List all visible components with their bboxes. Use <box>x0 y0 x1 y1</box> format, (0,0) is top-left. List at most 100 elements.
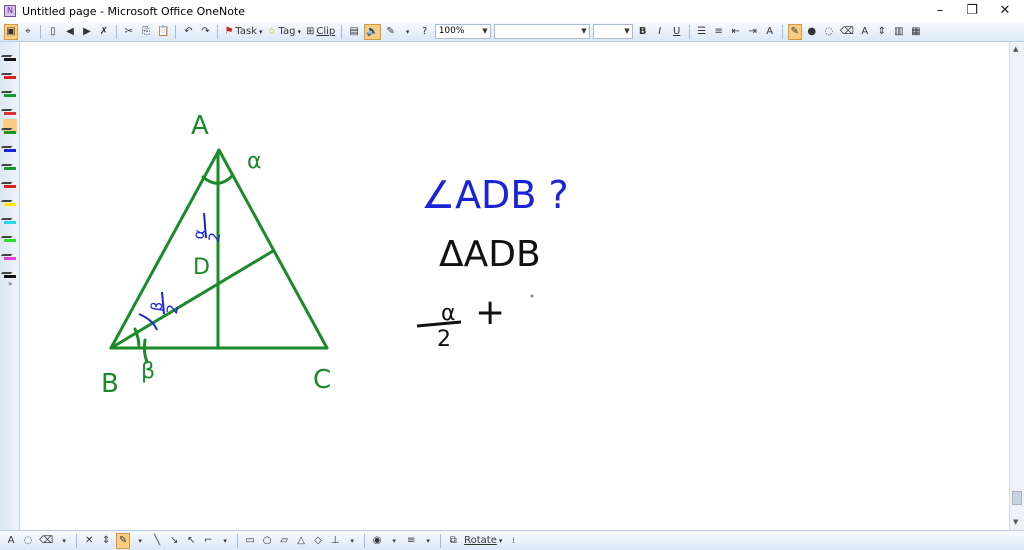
diamond-icon[interactable]: ◇ <box>311 533 325 549</box>
forward-icon[interactable]: ▶ <box>80 24 94 40</box>
ink-drawing: A B C D α β β 2 α 2 ∠ADB ? ΔADB α 2 + <box>101 111 569 399</box>
chevron-down-icon[interactable]: ▾ <box>345 533 359 549</box>
ellipse-icon[interactable]: ○ <box>260 533 274 549</box>
more-pens-icon[interactable]: » <box>8 280 12 288</box>
ink-to-text-icon[interactable]: A <box>4 533 18 549</box>
arrow-icon[interactable]: ↘ <box>167 533 181 549</box>
scroll-thumb[interactable] <box>1012 491 1022 505</box>
bullets-icon[interactable]: ☰ <box>695 24 709 40</box>
close-button[interactable]: ✕ <box>990 2 1020 20</box>
chevron-down-icon: ▼ <box>581 27 587 35</box>
onenote-app-icon[interactable]: N <box>4 5 16 17</box>
fill-color-icon[interactable]: ◉ <box>370 533 384 549</box>
pen-tool-icon[interactable]: ✎ <box>787 23 802 40</box>
pen-green-2-icon[interactable] <box>0 155 20 170</box>
eraser-icon[interactable]: ⌫ <box>38 533 54 549</box>
scroll-down-icon[interactable]: ▼ <box>1013 518 1018 526</box>
rectangle-icon[interactable]: ▭ <box>243 533 257 549</box>
scroll-up-icon[interactable]: ▲ <box>1013 45 1018 53</box>
toolbar-separator <box>76 533 78 548</box>
lasso-icon[interactable]: ◌ <box>21 533 35 549</box>
minimize-button[interactable]: – <box>925 2 955 20</box>
chevron-down-icon[interactable]: ▾ <box>421 533 435 549</box>
insert-space-icon[interactable]: ⇕ <box>875 24 889 40</box>
pen-selected-icon[interactable] <box>0 119 20 134</box>
flag-icon: ⚑ <box>224 26 234 37</box>
copy-icon[interactable]: ⎘ <box>139 24 153 40</box>
chevron-down-icon[interactable]: ▾ <box>218 533 232 549</box>
panel-icon[interactable]: ▦ <box>909 24 923 40</box>
double-arrow-icon[interactable]: ↖ <box>184 533 198 549</box>
connector-icon[interactable]: ⊥ <box>328 533 342 549</box>
pen-blue-icon[interactable] <box>0 137 20 152</box>
toolbar-separator <box>364 533 366 548</box>
note-canvas[interactable]: A B C D α β β 2 α 2 ∠ADB ? ΔADB α 2 + <box>21 42 1009 530</box>
pen-red-icon[interactable] <box>0 64 20 79</box>
draw-icon[interactable]: ✎ <box>384 24 398 40</box>
highlighter-yellow-icon[interactable] <box>0 191 20 206</box>
font-color-icon[interactable]: A <box>763 24 777 40</box>
undo-icon[interactable]: ↶ <box>181 24 195 40</box>
chevron-down-icon[interactable]: ▾ <box>387 533 401 549</box>
arrange-icon[interactable]: ⧉ <box>446 533 460 549</box>
line-icon[interactable]: ╲ <box>150 533 164 549</box>
highlighter-magenta-icon[interactable] <box>0 245 20 260</box>
highlighter-green-icon[interactable] <box>0 227 20 242</box>
clip-button[interactable]: ⊞ Clip <box>305 24 336 40</box>
bold-icon[interactable]: B <box>636 24 650 40</box>
side-ab <box>109 148 221 350</box>
outdent-icon[interactable]: ⇤ <box>729 24 743 40</box>
parallelogram-icon[interactable]: ▱ <box>277 533 291 549</box>
paste-icon[interactable]: 📋 <box>156 24 170 40</box>
more-options-icon[interactable]: ⁞ <box>506 533 520 549</box>
cut-icon[interactable]: ✂ <box>122 24 136 40</box>
eraser-icon[interactable]: ⌫ <box>839 24 855 40</box>
clip-icon: ⊞ <box>305 26 315 37</box>
underline-icon[interactable]: U <box>670 24 684 40</box>
font-size-select[interactable]: ▼ <box>592 24 633 39</box>
pen-green-icon[interactable] <box>0 82 20 97</box>
cross-icon[interactable]: ✕ <box>82 533 96 549</box>
chevron-down-icon: ▾ <box>498 536 503 545</box>
audio-icon[interactable]: 🔈 <box>364 23 381 40</box>
pen-red-2-icon[interactable] <box>0 173 20 188</box>
tag-button[interactable]: ☆ Tag ▾ <box>267 24 302 40</box>
numbering-icon[interactable]: ≡ <box>712 24 726 40</box>
help-icon[interactable]: ? <box>418 24 432 40</box>
insert-space-icon[interactable]: ⇕ <box>99 533 113 549</box>
back-icon[interactable]: ◀ <box>63 24 77 40</box>
chevron-down-icon[interactable]: ▾ <box>57 533 71 549</box>
layout-icon[interactable]: ▤ <box>347 24 361 40</box>
toolbar-separator <box>175 24 177 39</box>
drawing-toolbar: A ◌ ⌫ ▾ ✕ ⇕ ✎ ▾ ╲ ↘ ↖ ⌐ ▾ ▭ ○ ▱ △ ◇ ⊥ ▾ … <box>0 530 1024 550</box>
toolbar-separator <box>440 533 442 548</box>
window-title: Untitled page - Microsoft Office OneNote <box>22 4 246 18</box>
line-weight-icon[interactable]: ≡ <box>404 533 418 549</box>
italic-icon[interactable]: I <box>653 24 667 40</box>
task-button[interactable]: ⚑ Task ▾ <box>223 24 263 40</box>
lasso-icon[interactable]: ◌ <box>822 24 836 40</box>
indent-icon[interactable]: ⇥ <box>746 24 760 40</box>
rotate-button[interactable]: Rotate ▾ <box>463 533 503 549</box>
page-view-icon[interactable]: ▣ <box>4 23 18 40</box>
axis-icon[interactable]: ⌐ <box>201 533 215 549</box>
restore-button[interactable]: ❐ <box>957 2 987 20</box>
delete-icon[interactable]: ✗ <box>97 24 111 40</box>
highlighter-cyan-icon[interactable] <box>0 209 20 224</box>
triangle-icon[interactable]: △ <box>294 533 308 549</box>
font-name-select[interactable]: ▼ <box>493 24 590 39</box>
chevron-down-icon[interactable]: ▾ <box>133 533 147 549</box>
vertical-scrollbar[interactable]: ▲ ▼ <box>1009 42 1024 530</box>
redo-icon[interactable]: ↷ <box>198 24 212 40</box>
ink-to-text-icon[interactable]: A <box>858 24 872 40</box>
pin-icon[interactable]: ⌖ <box>21 24 35 40</box>
pen-tool-icon[interactable]: ✎ <box>116 532 131 549</box>
chevron-down-icon[interactable]: ▾ <box>401 24 415 40</box>
page-icon[interactable]: ▥ <box>892 24 906 40</box>
zoom-select[interactable]: 100% ▼ <box>434 24 491 39</box>
ink-color-icon[interactable]: ● <box>805 24 819 40</box>
new-page-icon[interactable]: ▯ <box>46 24 60 40</box>
pen-red-thick-icon[interactable] <box>0 100 20 115</box>
pen-black-2-icon[interactable] <box>0 263 20 278</box>
pen-black-icon[interactable] <box>0 46 20 61</box>
